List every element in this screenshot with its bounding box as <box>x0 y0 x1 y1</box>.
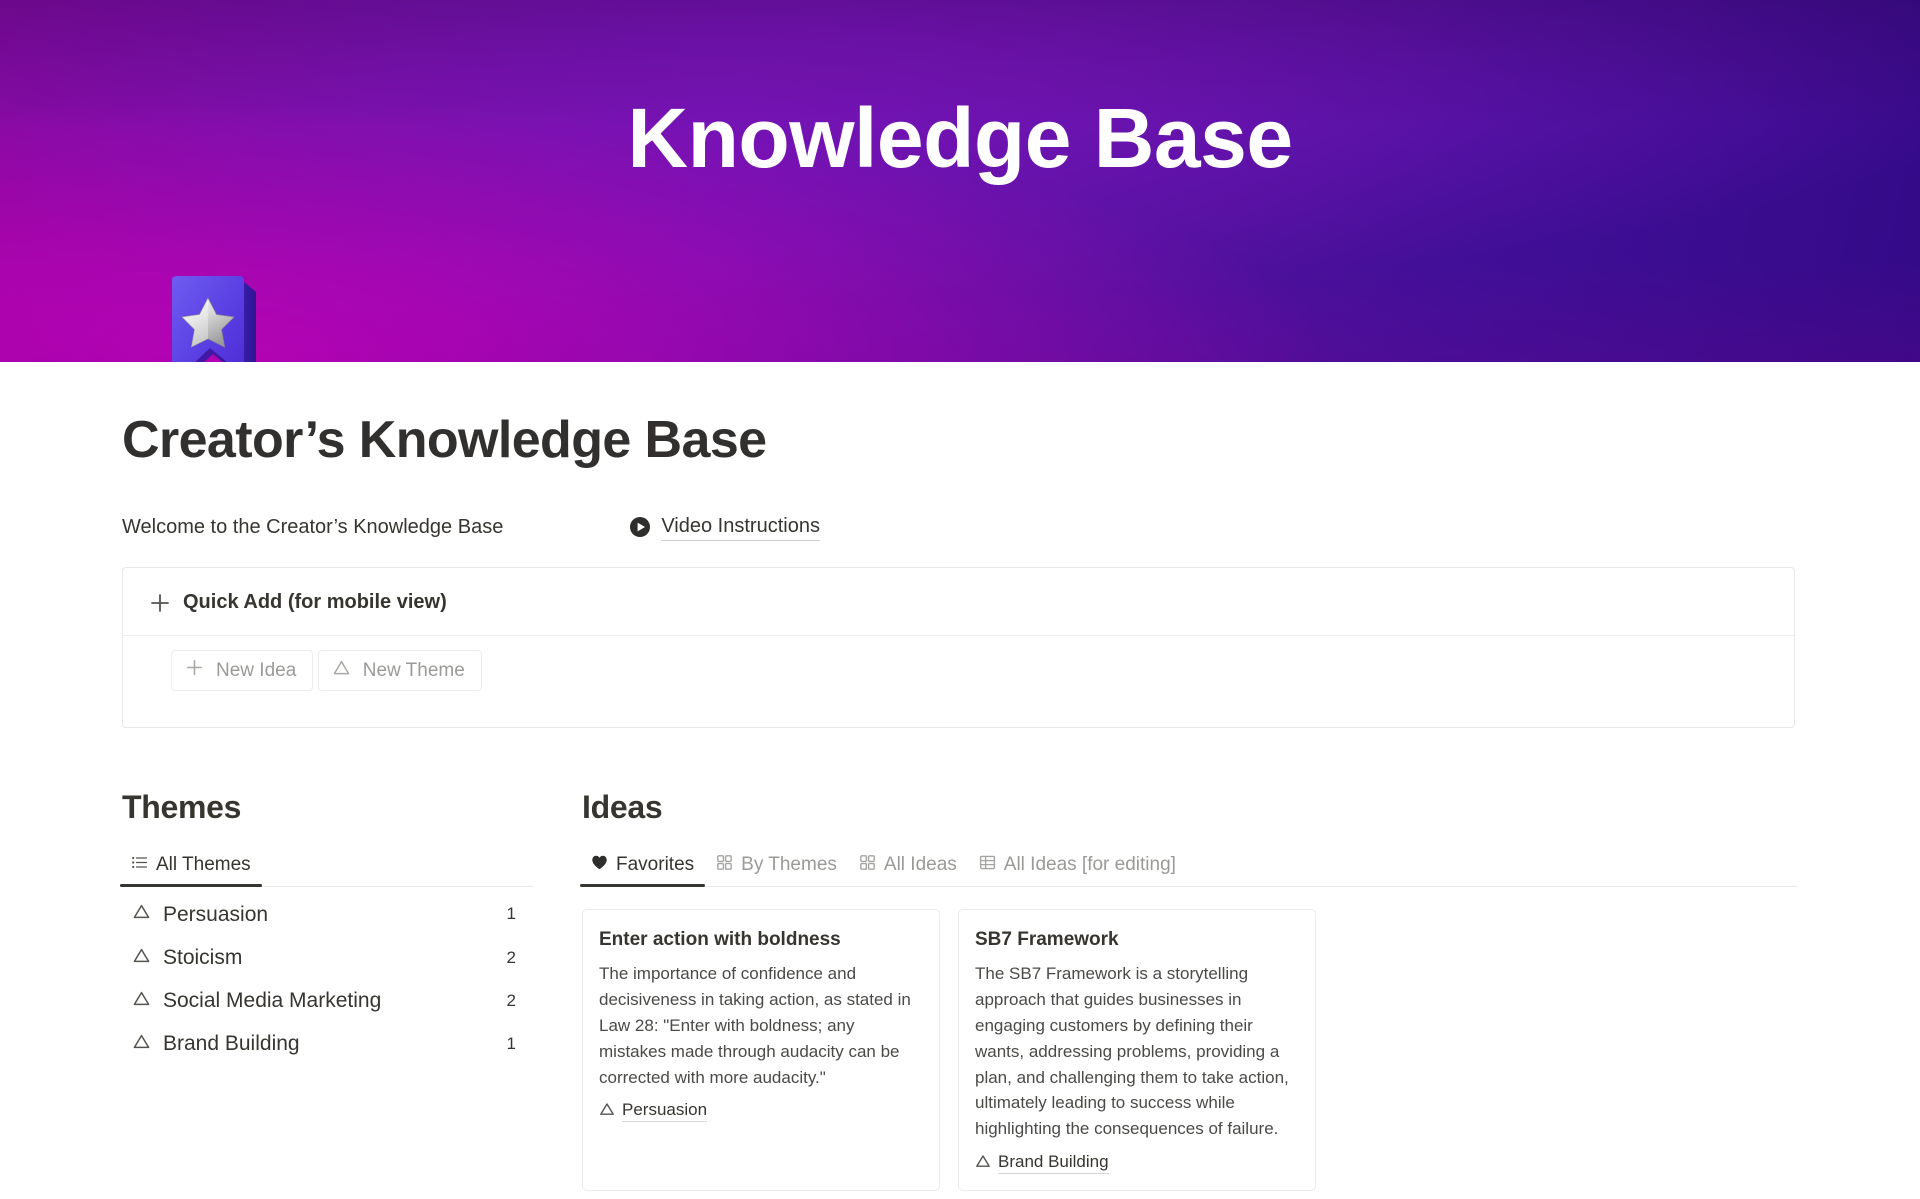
welcome-row: Welcome to the Creator’s Knowledge Base … <box>122 513 1798 541</box>
idea-theme-tag[interactable]: Persuasion <box>599 1100 708 1123</box>
tab-favorites-label: Favorites <box>616 854 695 876</box>
theme-name: Brand Building <box>163 1032 300 1056</box>
idea-title: SB7 Framework <box>975 928 1119 950</box>
new-theme-button[interactable]: New Theme <box>317 650 482 692</box>
themes-list: Persuasion 1 Stoicism 2 Social Media Mar… <box>122 893 534 1066</box>
idea-card[interactable]: Enter action with boldness The importanc… <box>582 908 940 1192</box>
triangle-icon <box>332 658 351 683</box>
tab-all-ideas-for-editing-label: All Ideas [for editing] <box>1003 854 1176 876</box>
tab-all-themes-label: All Themes <box>156 854 251 876</box>
banner-title: Knowledge Base <box>627 91 1293 185</box>
quick-add-card: Quick Add (for mobile view) New Idea New… <box>122 567 1795 729</box>
heart-icon <box>591 854 608 877</box>
new-theme-label: New Theme <box>362 659 465 681</box>
idea-description: The SB7 Framework is a storytelling appr… <box>975 964 1289 1139</box>
plus-icon <box>149 592 171 614</box>
theme-row[interactable]: Stoicism 2 <box>122 936 534 979</box>
plus-icon <box>185 658 204 683</box>
theme-name: Social Media Marketing <box>163 989 382 1013</box>
welcome-text: Welcome to the Creator’s Knowledge Base <box>122 516 504 539</box>
video-instructions-label: Video Instructions <box>661 514 820 541</box>
gallery-icon <box>716 854 733 877</box>
new-idea-button[interactable]: New Idea <box>171 650 314 692</box>
ideas-tabbar: Favorites By Themes All Ideas All Ideas … <box>580 845 1798 887</box>
triangle-icon <box>599 1101 615 1122</box>
play-circle-icon <box>629 516 651 538</box>
quick-add-title: Quick Add (for mobile view) <box>183 591 447 614</box>
bookmark-star-icon <box>166 276 262 362</box>
theme-count: 2 <box>506 947 516 967</box>
idea-cards: Enter action with boldness The importanc… <box>582 908 1798 1192</box>
tab-all-ideas-for-editing[interactable]: All Ideas [for editing] <box>968 854 1187 886</box>
idea-title: Enter action with boldness <box>599 928 841 950</box>
main-columns: Themes All Themes Persuasion 1 Stoicism … <box>120 788 1798 1192</box>
theme-row[interactable]: Persuasion 1 <box>122 893 534 936</box>
idea-theme-tag-label: Persuasion <box>622 1100 708 1123</box>
idea-theme-tag[interactable]: Brand Building <box>975 1152 1109 1175</box>
theme-name: Stoicism <box>163 945 243 969</box>
theme-name: Persuasion <box>163 902 269 926</box>
quick-add-header[interactable]: Quick Add (for mobile view) <box>123 568 1794 637</box>
themes-column: Themes All Themes Persuasion 1 Stoicism … <box>120 788 534 1191</box>
triangle-icon <box>132 1032 151 1056</box>
theme-count: 1 <box>506 1034 516 1054</box>
tab-favorites[interactable]: Favorites <box>580 854 706 887</box>
page-cover-banner: Knowledge Base <box>0 0 1920 362</box>
tab-all-themes[interactable]: All Themes <box>120 854 262 887</box>
themes-tabbar: All Themes <box>120 845 534 887</box>
theme-row[interactable]: Brand Building 1 <box>122 1022 534 1065</box>
tab-by-themes-label: By Themes <box>741 854 837 876</box>
triangle-icon <box>132 902 151 926</box>
triangle-icon <box>975 1153 991 1174</box>
table-icon <box>979 854 996 877</box>
tab-by-themes[interactable]: By Themes <box>705 854 848 886</box>
theme-count: 2 <box>506 990 516 1010</box>
ideas-heading: Ideas <box>582 789 663 826</box>
page-title: Creator’s Knowledge Base <box>122 411 767 469</box>
video-instructions-link[interactable]: Video Instructions <box>629 514 820 541</box>
theme-row[interactable]: Social Media Marketing 2 <box>122 979 534 1022</box>
idea-card[interactable]: SB7 Framework The SB7 Framework is a sto… <box>958 908 1316 1192</box>
theme-count: 1 <box>506 904 516 924</box>
idea-theme-tag-label: Brand Building <box>998 1152 1109 1175</box>
tab-all-ideas[interactable]: All Ideas <box>848 854 968 886</box>
triangle-icon <box>132 946 151 970</box>
page-content: Creator’s Knowledge Base Welcome to the … <box>0 411 1920 1192</box>
idea-description: The importance of confidence and decisiv… <box>599 964 911 1087</box>
triangle-icon <box>132 989 151 1013</box>
list-icon <box>131 854 148 877</box>
new-idea-label: New Idea <box>216 659 297 681</box>
gallery-icon <box>859 854 876 877</box>
tab-all-ideas-label: All Ideas <box>883 854 957 876</box>
themes-heading: Themes <box>122 789 242 826</box>
quick-add-body: New Idea New Theme <box>123 636 1794 727</box>
ideas-column: Ideas Favorites By Themes All Ideas All … <box>580 788 1798 1192</box>
